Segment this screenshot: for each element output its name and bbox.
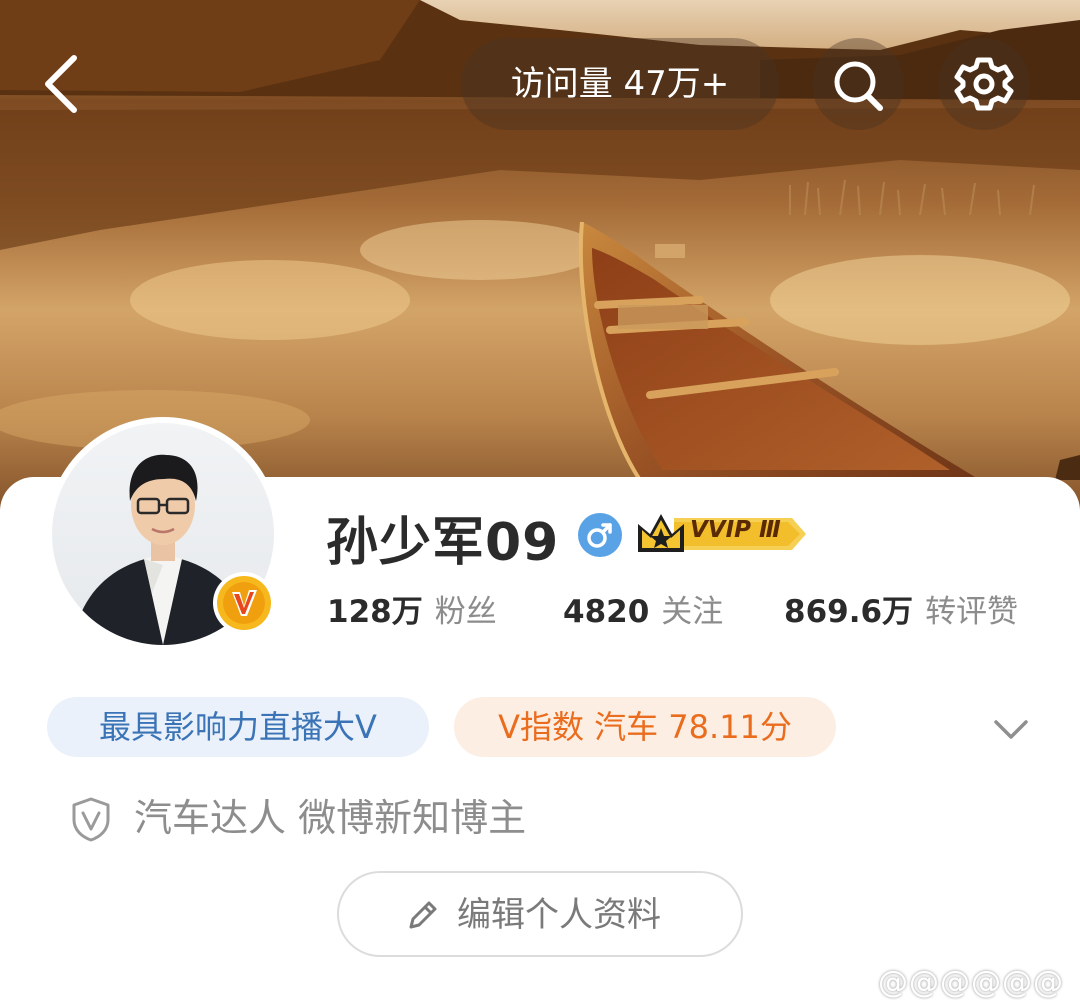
edit-profile-label: 编辑个人资料	[457, 895, 661, 935]
watermark: @@@@@@	[878, 965, 1064, 1000]
stat-label: 关注	[661, 594, 724, 630]
search-button[interactable]	[812, 38, 904, 130]
back-chevron-icon	[45, 55, 77, 113]
username: 孙少军09	[326, 513, 560, 573]
stat-label: 粉丝	[434, 594, 497, 630]
stat-followers[interactable]: 128万 粉丝	[327, 586, 497, 631]
visits-counter[interactable]: 访问量 47万+	[461, 38, 779, 130]
v-index-tag[interactable]: V指数 汽车 78.11分	[454, 697, 836, 757]
male-icon	[578, 513, 622, 557]
chevron-down-icon[interactable]	[988, 706, 1034, 752]
search-icon	[834, 61, 883, 111]
gear-icon	[954, 57, 1014, 111]
vip-label: VVIP Ⅲ	[690, 517, 781, 543]
vvip-badge[interactable]: VVIP Ⅲ	[634, 506, 808, 562]
stat-value: 4820	[563, 594, 650, 630]
pencil-icon	[409, 901, 437, 929]
edit-profile-button[interactable]: 编辑个人资料	[337, 871, 743, 957]
stat-value: 869.6万	[784, 594, 914, 630]
v-badge-icon	[213, 572, 275, 634]
influence-tag[interactable]: 最具影响力直播大V	[47, 697, 429, 757]
back-button[interactable]	[30, 48, 94, 120]
stat-following[interactable]: 4820 关注	[563, 586, 723, 631]
stat-engagement[interactable]: 869.6万 转评赞	[784, 586, 1018, 631]
verification-text: 汽车达人 微博新知博主	[134, 796, 527, 840]
shield-v-icon	[72, 797, 110, 842]
stat-label: 转评赞	[925, 594, 1019, 630]
stat-value: 128万	[327, 594, 423, 630]
settings-button[interactable]	[938, 38, 1030, 130]
